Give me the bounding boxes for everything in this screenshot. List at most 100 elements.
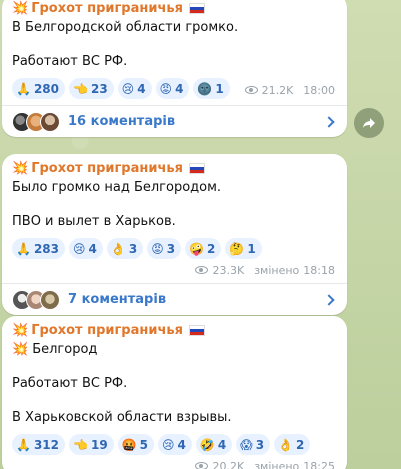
comments-link[interactable]: 7 коментарів [2, 283, 347, 315]
reaction-count: 19 [90, 437, 108, 452]
commenter-avatars [12, 111, 60, 132]
point-left-icon: 👈 [73, 81, 88, 96]
eye-icon [244, 86, 258, 94]
message-line: Работают ВС РФ. [12, 376, 128, 391]
message-line: Было громко над Белгородом. [12, 180, 222, 195]
angry-face-icon: 😡 [151, 241, 164, 256]
post-2: 💥 Грохот приграничья Было громко над Бел… [2, 154, 347, 315]
russia-flag-icon [188, 163, 205, 174]
share-button[interactable] [354, 108, 384, 138]
channel-title[interactable]: Грохот приграничья [31, 0, 183, 17]
crying-face-icon: 😢 [73, 241, 86, 256]
share-arrow-icon [363, 118, 375, 128]
reaction-pray[interactable]: 🙏 283 [12, 238, 66, 259]
reaction-rofl[interactable]: 🤣 4 [195, 434, 233, 455]
reaction-count: 280 [33, 81, 60, 96]
explosion-icon: 💥 [12, 342, 29, 357]
commenter-avatars [12, 289, 60, 310]
message-gap [12, 358, 335, 375]
reaction-count: 1 [215, 81, 224, 96]
reaction-ok[interactable]: 👌 3 [106, 238, 144, 259]
reaction-moon[interactable]: 🌚 1 [193, 78, 230, 99]
avatar [40, 289, 60, 310]
reaction-count: 312 [33, 437, 60, 452]
avatar [40, 111, 60, 132]
reaction-count: 4 [177, 437, 186, 452]
pray-icon: 🙏 [16, 437, 31, 452]
post-meta: 21.2K 18:00 [244, 83, 335, 97]
channel-name[interactable]: 💥 Грохот приграничья [12, 322, 335, 339]
message-gap [12, 196, 335, 213]
reaction-cry[interactable]: 😢 4 [157, 434, 192, 455]
pray-icon: 🙏 [16, 241, 31, 256]
explosion-icon: 💥 [12, 161, 29, 176]
reaction-think[interactable]: 🤔 1 [225, 238, 262, 259]
moon-face-icon: 🌚 [197, 81, 213, 96]
explosion-icon: 💥 [12, 1, 29, 16]
view-count: 23.3K [212, 263, 245, 277]
reaction-point[interactable]: 👈 23 [69, 78, 114, 99]
reaction-curse[interactable]: 🤬 5 [117, 434, 154, 455]
message-text: В Белгородской области громко. Работают … [12, 19, 335, 70]
reaction-ok[interactable]: 👌 2 [274, 434, 311, 455]
view-count: 21.2K [261, 83, 294, 97]
reaction-count: 3 [128, 241, 138, 256]
screaming-face-icon: 😱 [240, 437, 253, 452]
reaction-angry[interactable]: 😡 3 [147, 238, 182, 259]
reaction-cry[interactable]: 😢 4 [117, 78, 152, 99]
pray-icon: 🙏 [16, 81, 31, 96]
channel-name[interactable]: 💥 Грохот приграничья [12, 160, 335, 177]
reaction-pray[interactable]: 🙏 280 [12, 78, 66, 99]
post-1: 💥 Грохот приграничья В Белгородской обла… [2, 0, 347, 137]
reaction-point[interactable]: 👈 19 [69, 434, 114, 455]
reaction-count: 4 [88, 241, 97, 256]
eye-icon [195, 266, 209, 274]
post-meta: 23.3K змінено 18:18 [12, 263, 335, 277]
reactions-bar: 🙏 283 😢 4 👌 3 😡 3 🤪 2 🤔 1 [12, 238, 335, 259]
comments-count[interactable]: 7 коментарів [68, 292, 325, 307]
reaction-count: 4 [217, 437, 227, 452]
russia-flag-icon [188, 325, 205, 336]
chevron-right-icon [323, 115, 335, 128]
rofl-face-icon: 🤣 [199, 437, 215, 452]
reaction-zany[interactable]: 🤪 2 [185, 238, 222, 259]
post-meta: 20.2K змінено 18:25 [12, 459, 335, 469]
reaction-count: 283 [33, 241, 60, 256]
ok-hand-icon: 👌 [110, 241, 126, 256]
message-text: Было громко над Белгородом. ПВО и вылет … [12, 179, 335, 230]
message-line: В Белгородской области громко. [12, 20, 239, 35]
reaction-count: 4 [175, 81, 184, 96]
post-time: 18:18 [303, 263, 335, 277]
crying-face-icon: 😢 [121, 81, 135, 96]
comments-count[interactable]: 16 коментарів [68, 114, 325, 129]
reaction-count: 1 [247, 241, 256, 256]
reactions-bar: 🙏 280 👈 23 😢 4 😡 4 🌚 1 [12, 78, 230, 99]
reaction-count: 3 [166, 241, 176, 256]
explosion-icon: 💥 [12, 323, 29, 338]
edited-label: змінено [254, 263, 300, 277]
reaction-scream[interactable]: 😱 3 [236, 434, 271, 455]
channel-name[interactable]: 💥 Грохот приграничья [12, 0, 335, 17]
reaction-pray[interactable]: 🙏 312 [12, 434, 66, 455]
ok-hand-icon: 👌 [278, 437, 293, 452]
chevron-right-icon [323, 293, 335, 306]
message-gap [12, 392, 335, 409]
crying-face-icon: 😢 [161, 437, 175, 452]
thinking-face-icon: 🤔 [229, 241, 245, 256]
message-first-line: Белгород [32, 342, 98, 357]
russia-flag-icon [188, 3, 205, 14]
zany-face-icon: 🤪 [189, 241, 205, 256]
message-line: В Харьковской области взрывы. [12, 410, 232, 425]
reaction-cry[interactable]: 😢 4 [69, 238, 103, 259]
post-time: 18:00 [303, 83, 335, 97]
channel-title[interactable]: Грохот приграничья [31, 160, 183, 177]
reaction-count: 2 [207, 241, 216, 256]
channel-title[interactable]: Грохот приграничья [31, 322, 183, 339]
view-count: 20.2K [212, 459, 245, 469]
message-line: ПВО и вылет в Харьков. [12, 214, 176, 229]
cursing-face-icon: 🤬 [121, 437, 137, 452]
message-gap [12, 36, 335, 53]
reaction-angry[interactable]: 😡 4 [155, 78, 190, 99]
comments-link[interactable]: 16 коментарів [2, 105, 347, 137]
reaction-count: 3 [255, 437, 265, 452]
